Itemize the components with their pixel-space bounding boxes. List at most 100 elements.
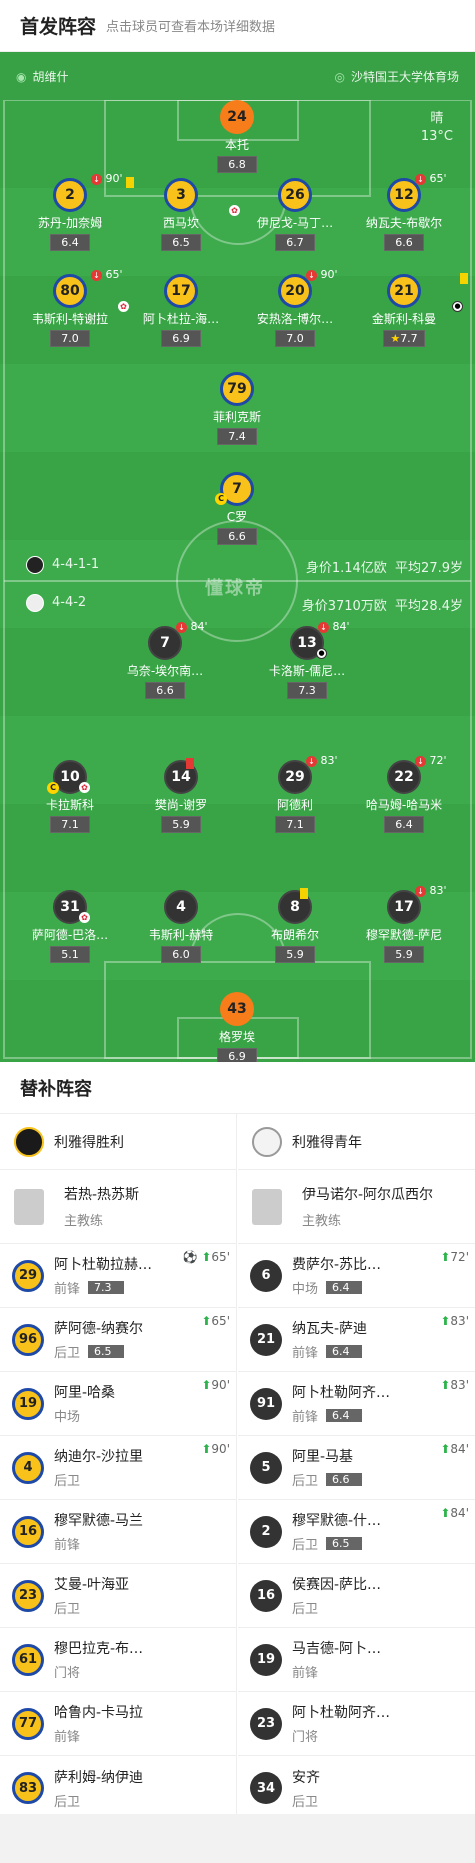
player-name: 布朗希尔 <box>270 928 319 942</box>
home-player-7[interactable]: 7C C罗 6.6 <box>182 472 292 545</box>
sub-row[interactable]: 34 安齐 后卫 <box>238 1756 475 1820</box>
sub-rating: 6.4 <box>326 1345 363 1358</box>
sub-row[interactable]: 23 阿卜杜勒阿齐… 门将 <box>238 1692 475 1756</box>
away-player-8[interactable]: 8 布朗希尔 5.9 <box>240 888 350 963</box>
away-player-17[interactable]: 17 ↓ 83' 穆罕默德-萨尼 5.9 <box>349 884 459 963</box>
sub-row[interactable]: 16 侯赛因-萨比… 后卫 <box>238 1564 475 1628</box>
sub-row[interactable]: 5 阿里-马基 后卫 6.6 ⬆84' <box>238 1436 475 1500</box>
sub-rating: 6.6 <box>326 1473 363 1486</box>
sub-position: 中场 <box>54 1410 81 1425</box>
sub-row[interactable]: 16 穆罕默德-马兰 前锋 <box>0 1500 236 1564</box>
assist-icon: ✿ <box>79 912 90 923</box>
sub-in-icon: ⬆ <box>201 1250 212 1264</box>
home-value-text: 身价1.14亿欧 <box>305 561 387 576</box>
sub-position: 后卫 <box>292 1474 319 1489</box>
sub-in-time: ⚽ ⬆65' <box>183 1250 230 1264</box>
jersey-number: 3 ✿ <box>164 178 240 216</box>
sub-number: 6 <box>250 1259 282 1292</box>
player-rating: 7.0 <box>275 330 315 347</box>
jersey-number: 7C <box>215 472 254 506</box>
sub-rating: 6.4 <box>326 1281 363 1294</box>
player-name: 阿卜杜拉-海… <box>142 312 220 326</box>
sub-row[interactable]: 29 阿卜杜勒拉赫… 前锋 7.3 ⚽ ⬆65' <box>0 1244 236 1308</box>
home-player-21[interactable]: 21 ● 金斯利-科曼 ★7.7 <box>349 273 468 347</box>
sub-number: 61 <box>12 1643 44 1676</box>
sub-row[interactable]: 21 纳瓦夫-萨迪 前锋 6.4 ⬆83' <box>238 1308 475 1372</box>
sub-row[interactable]: 91 阿卜杜勒阿齐… 前锋 6.4 ⬆83' <box>238 1372 475 1436</box>
away-player-10[interactable]: 10 C ✿ 卡拉斯科 7.1 <box>15 760 125 833</box>
coach-role: 主教练 <box>64 1214 104 1229</box>
player-rating: 6.0 <box>161 946 201 963</box>
away-player-13[interactable]: 13 ● ↓ 84' 卡洛斯-儒尼… 7.3 <box>252 620 362 699</box>
sub-row[interactable]: 19 马吉德-阿卜… 前锋 <box>238 1628 475 1692</box>
home-coach-row[interactable]: 若热-热苏斯 主教练 <box>0 1170 236 1244</box>
sub-position: 前锋 <box>292 1666 319 1681</box>
away-player-14[interactable]: 14 樊尚-谢罗 5.9 <box>126 758 236 833</box>
sub-row[interactable]: 6 费萨尔-苏比… 中场 6.4 ⬆72' <box>238 1244 475 1308</box>
home-value: 身价1.14亿欧 平均27.9岁 <box>306 557 463 576</box>
away-player-31[interactable]: 31 ✿ 萨阿德-巴洛… 5.1 <box>15 890 125 963</box>
sub-number: 83 <box>12 1772 44 1804</box>
home-player-79[interactable]: 79 菲利克斯 7.4 <box>182 372 292 445</box>
weather-temp: 13°C <box>420 129 453 144</box>
sub-in-icon: ⬆ <box>201 1442 212 1456</box>
sub-number: 91 <box>250 1387 282 1420</box>
home-player-80[interactable]: 80 ✿ ↓ 65' 韦斯利-特谢拉 7.0 <box>15 268 129 347</box>
weather: 晴 13°C <box>421 110 453 146</box>
home-player-12[interactable]: 12 ↓ 65' 纳瓦夫-布歇尔 6.6 <box>349 172 459 251</box>
player-name: 乌奈-埃尔南… <box>126 664 204 678</box>
player-name: 伊尼戈-马丁… <box>256 216 334 230</box>
away-player-4[interactable]: 4 韦斯利-赫特 6.0 <box>126 890 236 963</box>
num-text: 13 <box>297 635 317 651</box>
away-player-7[interactable]: 7 ↓ 84' 乌奈-埃尔南… 6.6 <box>110 620 220 699</box>
sub-row[interactable]: 2 穆罕默德-什… 后卫 6.5 ⬆84' <box>238 1500 475 1564</box>
player-name: 韦斯利-特谢拉 <box>31 312 109 326</box>
home-player-26[interactable]: 26 伊尼戈-马丁… 6.7 <box>240 178 350 251</box>
away-player-22[interactable]: 22 ↓ 72' 哈马姆-哈马米 6.4 <box>349 754 459 833</box>
sub-rating: 7.3 <box>88 1281 125 1294</box>
sub-row[interactable]: 19 阿里-哈桑 中场 ⬆90' <box>0 1372 236 1436</box>
away-player-43[interactable]: 43 格罗埃 6.9 <box>182 992 292 1062</box>
sub-position: 后卫 <box>54 1794 81 1810</box>
away-formation: 4-4-2 <box>52 595 87 610</box>
sub-name: 阿卜杜勒阿齐… <box>292 1705 390 1721</box>
player-rating: 7.3 <box>287 682 327 699</box>
home-player-24[interactable]: 24 本托 6.8 <box>182 100 292 173</box>
home-formation: 4-4-1-1 <box>52 557 100 572</box>
sub-row[interactable]: 96 萨阿德-纳赛尔 后卫 6.5 ⬆65' <box>0 1308 236 1372</box>
away-player-29[interactable]: 29 ↓ 83' 阿德利 7.1 <box>240 754 350 833</box>
player-name: 哈马姆-哈马米 <box>365 798 443 812</box>
home-age-text: 平均27.9岁 <box>395 561 463 576</box>
sub-out-icon: ↓ <box>176 621 187 633</box>
sub-row[interactable]: 23 艾曼-叶海亚 后卫 <box>0 1564 236 1628</box>
player-rating: 7.1 <box>50 816 90 833</box>
home-player-3[interactable]: 3 ✿ 西马坎 6.5 <box>126 178 240 251</box>
home-team-row[interactable]: 利雅得胜利 <box>0 1114 236 1170</box>
sub-name: 纳迪尔-沙拉里 <box>54 1449 144 1465</box>
lineup-title: 首发阵容 <box>20 16 97 38</box>
sub-time: 83' <box>429 884 447 897</box>
away-coach-row[interactable]: 伊马诺尔-阿尔瓜西尔 主教练 <box>238 1170 475 1244</box>
sub-name: 穆罕默德-什… <box>292 1513 382 1529</box>
jersey-number: 26 <box>278 178 312 212</box>
sub-row[interactable]: 61 穆巴拉克-布… 门将 <box>0 1628 236 1692</box>
player-rating: 6.4 <box>50 234 90 251</box>
sub-out-icon: ↓ <box>306 755 317 767</box>
sub-name: 艾曼-叶海亚 <box>54 1577 130 1593</box>
sub-out-icon: ↓ <box>415 173 426 185</box>
sub-name: 阿卜杜勒阿齐… <box>292 1385 390 1401</box>
player-rating: 6.7 <box>275 234 315 251</box>
sub-row[interactable]: 77 哈鲁内-卡马拉 前锋 <box>0 1692 236 1756</box>
sub-position: 后卫 <box>292 1602 319 1617</box>
sub-rating: 6.5 <box>326 1537 363 1550</box>
sub-row[interactable]: 4 纳迪尔-沙拉里 后卫 ⬆90' <box>0 1436 236 1500</box>
away-team-row[interactable]: 利雅得青年 <box>238 1114 475 1170</box>
sub-row[interactable]: 83 萨利姆-纳伊迪 后卫 <box>0 1756 236 1820</box>
home-player-20[interactable]: 20 ↓ 90' 安热洛-博尔… 7.0 <box>240 268 350 347</box>
jersey-number: 24 <box>220 100 254 134</box>
sub-position: 后卫 <box>292 1794 319 1810</box>
home-player-2[interactable]: 2 ↓ 90' 苏丹-加奈姆 6.4 <box>15 172 134 251</box>
sub-number: 5 <box>250 1451 282 1484</box>
player-name: C罗 <box>226 510 248 524</box>
home-player-17[interactable]: 17 阿卜杜拉-海… 6.9 <box>126 274 236 347</box>
